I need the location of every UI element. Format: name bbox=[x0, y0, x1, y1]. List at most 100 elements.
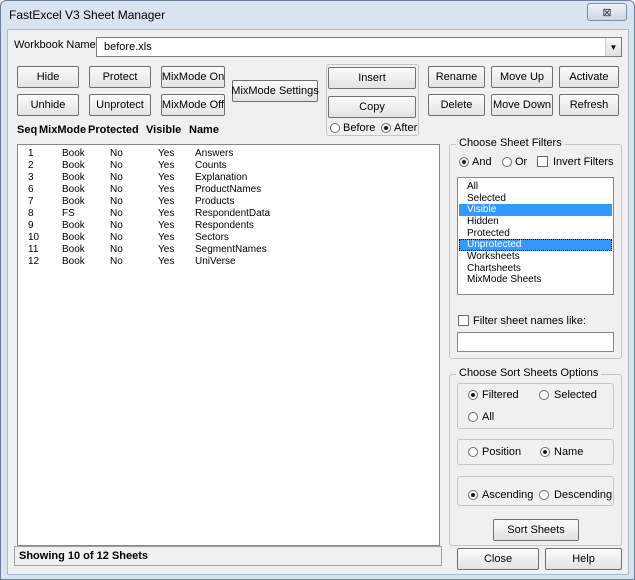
header-name: Name bbox=[189, 124, 219, 136]
position-label: Position bbox=[482, 446, 522, 458]
filter-item-worksheets[interactable]: Worksheets bbox=[459, 251, 612, 263]
sheet-mixmode: Book bbox=[62, 256, 85, 267]
refresh-button[interactable]: Refresh bbox=[559, 94, 619, 116]
sheet-seq: 2 bbox=[28, 160, 34, 171]
sheet-manager-window: FastExcel V3 Sheet Manager ⊠ Workbook Na… bbox=[0, 0, 635, 580]
unhide-button[interactable]: Unhide bbox=[17, 94, 79, 116]
sheet-visible: Yes bbox=[158, 232, 175, 243]
sheet-mixmode: Book bbox=[62, 244, 85, 255]
sheet-mixmode: Book bbox=[62, 220, 85, 231]
delete-button[interactable]: Delete bbox=[428, 94, 485, 116]
help-button[interactable]: Help bbox=[545, 548, 622, 570]
before-label: Before bbox=[343, 122, 376, 134]
move-down-button[interactable]: Move Down bbox=[491, 94, 553, 116]
filter-item-visible[interactable]: Visible bbox=[459, 204, 612, 216]
window-close-button[interactable]: ⊠ bbox=[587, 3, 627, 21]
sheet-visible: Yes bbox=[158, 196, 175, 207]
sheet-mixmode: Book bbox=[62, 172, 85, 183]
sheet-mixmode: Book bbox=[62, 160, 85, 171]
after-label: After bbox=[394, 122, 418, 134]
filter-list[interactable]: All Selected Visible Hidden Protected Un… bbox=[457, 177, 614, 295]
sort-options-title: Choose Sort Sheets Options bbox=[456, 367, 602, 379]
sheet-name: Answers bbox=[195, 148, 234, 159]
workbook-name-label: Workbook Name bbox=[14, 39, 96, 51]
header-mixmode: MixMode bbox=[39, 124, 87, 136]
copy-button[interactable]: Copy bbox=[328, 96, 416, 118]
filter-item-hidden[interactable]: Hidden bbox=[459, 216, 612, 228]
filter-item-unprotected[interactable]: Unprotected bbox=[459, 239, 612, 251]
and-label: And bbox=[472, 156, 492, 168]
move-up-button[interactable]: Move Up bbox=[491, 66, 553, 88]
sheet-name: UniVerse bbox=[195, 256, 236, 267]
status-bar: Showing 10 of 12 Sheets bbox=[14, 546, 442, 566]
sheet-visible: Yes bbox=[158, 256, 175, 267]
name-radio[interactable] bbox=[540, 447, 550, 457]
sheet-visible: Yes bbox=[158, 148, 175, 159]
workbook-name-combo[interactable]: before.xls ▼ bbox=[96, 37, 622, 57]
invert-filters-checkbox[interactable] bbox=[537, 156, 548, 167]
selected-radio[interactable] bbox=[539, 390, 549, 400]
dialog-client-area: Workbook Name before.xls ▼ Hide Unhide P… bbox=[7, 29, 629, 575]
sheet-protected: No bbox=[110, 220, 123, 231]
sheet-mixmode: Book bbox=[62, 196, 85, 207]
sheet-seq: 1 bbox=[28, 148, 34, 159]
mixmode-settings-button[interactable]: MixMode Settings bbox=[231, 80, 319, 102]
filter-item-all[interactable]: All bbox=[459, 181, 612, 193]
sheet-seq: 12 bbox=[28, 256, 40, 267]
filter-item-mixmode-sheets[interactable]: MixMode Sheets bbox=[459, 274, 612, 286]
sheet-list[interactable]: 1 Book No Yes Answers 2 Book No Yes Coun… bbox=[17, 144, 440, 546]
insert-button[interactable]: Insert bbox=[328, 67, 416, 89]
sheet-protected: No bbox=[110, 232, 123, 243]
name-label: Name bbox=[554, 446, 584, 458]
sheet-protected: No bbox=[110, 196, 123, 207]
activate-button[interactable]: Activate bbox=[559, 66, 619, 88]
position-radio[interactable] bbox=[468, 447, 478, 457]
sort-sheets-button[interactable]: Sort Sheets bbox=[493, 519, 579, 541]
sheet-name: Explanation bbox=[195, 172, 248, 183]
unprotect-button[interactable]: Unprotect bbox=[89, 94, 151, 116]
sheet-name: Respondents bbox=[195, 220, 254, 231]
after-radio[interactable] bbox=[381, 123, 391, 133]
sheet-visible: Yes bbox=[158, 220, 175, 231]
sheet-protected: No bbox=[110, 244, 123, 255]
filter-names-input[interactable] bbox=[457, 332, 614, 352]
sheet-name: ProductNames bbox=[195, 184, 262, 195]
sheet-protected: No bbox=[110, 208, 123, 219]
status-text: Showing 10 of 12 Sheets bbox=[19, 550, 148, 562]
header-protected: Protected bbox=[88, 124, 139, 136]
hide-button[interactable]: Hide bbox=[17, 66, 79, 88]
chevron-down-icon[interactable]: ▼ bbox=[605, 38, 621, 56]
filter-names-checkbox[interactable] bbox=[458, 315, 469, 326]
sheet-filters-title: Choose Sheet Filters bbox=[456, 137, 565, 149]
sheet-name: RespondentData bbox=[195, 208, 271, 219]
mixmode-off-button[interactable]: MixMode Off bbox=[161, 94, 225, 116]
sheet-seq: 3 bbox=[28, 172, 34, 183]
header-visible: Visible bbox=[146, 124, 182, 136]
workbook-name-value: before.xls bbox=[104, 41, 152, 53]
sheet-protected: No bbox=[110, 148, 123, 159]
sheet-protected: No bbox=[110, 256, 123, 267]
sheet-seq: 8 bbox=[28, 208, 34, 219]
close-button[interactable]: Close bbox=[457, 548, 539, 570]
filter-names-label: Filter sheet names like: bbox=[473, 315, 587, 327]
ascending-radio[interactable] bbox=[468, 490, 478, 500]
sheet-visible: Yes bbox=[158, 208, 175, 219]
sheet-seq: 10 bbox=[28, 232, 40, 243]
mixmode-on-button[interactable]: MixMode On bbox=[161, 66, 225, 88]
sheet-name: Sectors bbox=[195, 232, 229, 243]
or-radio[interactable] bbox=[502, 157, 512, 167]
sheet-seq: 6 bbox=[28, 184, 34, 195]
or-label: Or bbox=[515, 156, 528, 168]
descending-label: Descending bbox=[554, 489, 613, 501]
sort-key-group bbox=[457, 439, 614, 465]
filtered-radio[interactable] bbox=[468, 390, 478, 400]
all-label: All bbox=[482, 411, 495, 423]
all-radio[interactable] bbox=[468, 412, 478, 422]
descending-radio[interactable] bbox=[539, 490, 549, 500]
invert-filters-label: Invert Filters bbox=[553, 156, 614, 168]
protect-button[interactable]: Protect bbox=[89, 66, 151, 88]
rename-button[interactable]: Rename bbox=[428, 66, 485, 88]
before-radio[interactable] bbox=[330, 123, 340, 133]
sheet-mixmode: FS bbox=[62, 208, 75, 219]
and-radio[interactable] bbox=[459, 157, 469, 167]
